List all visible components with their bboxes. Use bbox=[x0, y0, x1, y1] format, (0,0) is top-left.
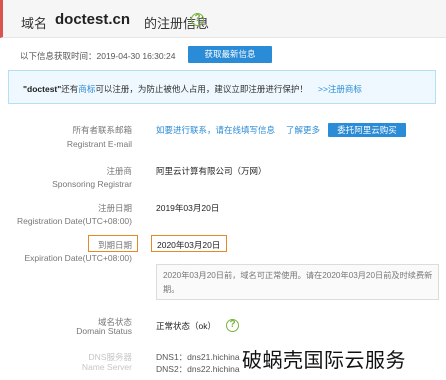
expiration-note-box: 2020年03月20日前，域名可正常使用。请在2020年03月20日前及时续费新… bbox=[156, 264, 439, 300]
header-prefix: 域名 bbox=[21, 16, 48, 31]
learn-more-link[interactable]: 了解更多 bbox=[286, 124, 320, 136]
registrar-label-en: Sponsoring Registrar bbox=[52, 179, 132, 189]
status-value: 正常状态（ok） bbox=[156, 321, 216, 331]
status-help-icon[interactable]: ? bbox=[226, 319, 239, 332]
expiration-note: 2020年03月20日前，域名可正常使用。请在2020年03月20日前及时续费新… bbox=[163, 271, 433, 294]
refresh-button[interactable]: 获取最新信息 bbox=[188, 46, 272, 63]
help-icon[interactable]: ? bbox=[191, 13, 204, 26]
registrar-label-cn: 注册商 bbox=[106, 166, 132, 176]
register-trademark-link[interactable]: >>注册商标 bbox=[318, 83, 362, 95]
email-label-cn: 所有者联系邮箱 bbox=[72, 125, 132, 135]
registrar-value: 阿里云计算有限公司（万网） bbox=[156, 166, 267, 176]
fetch-time: 以下信息获取时间：2019-04-30 16:30:24 bbox=[20, 51, 176, 61]
watermark-text: 破蜗壳国际云服务 bbox=[240, 344, 408, 373]
entrust-purchase-button[interactable]: 委托阿里云购买 bbox=[328, 123, 406, 137]
page-header: 域名 doctest.cn 的注册信息 ? bbox=[0, 0, 446, 38]
trademark-link[interactable]: 商标 bbox=[78, 84, 95, 94]
notice-part2: 可以注册，为防止被他人占用，建议立即注册进行保护！ bbox=[95, 84, 308, 94]
reg-date-value: 2019年03月20日 bbox=[156, 203, 220, 213]
notice-brand: "doctest" bbox=[23, 84, 62, 94]
exp-date-value: 2020年03月20日 bbox=[157, 240, 221, 250]
trademark-notice: "doctest"还有商标可以注册，为防止被他人占用，建议立即注册进行保护！ >… bbox=[8, 70, 436, 104]
exp-date-label-cn: 到期日期 bbox=[97, 240, 132, 250]
reg-date-label-cn: 注册日期 bbox=[97, 203, 132, 213]
notice-text: "doctest"还有商标可以注册，为防止被他人占用，建议立即注册进行保护！ bbox=[23, 83, 308, 95]
status-label-en: Domain Status bbox=[76, 326, 132, 336]
notice-part1: 还有 bbox=[61, 84, 79, 94]
domain-name: doctest.cn bbox=[55, 11, 131, 28]
dns1-value: DNS1：dns21.hichina bbox=[156, 352, 240, 362]
contact-link[interactable]: 如要进行联系，请在线填写信息 bbox=[156, 124, 275, 136]
email-label-en: Registrant E-mail bbox=[66, 139, 132, 149]
dns-label-en: Name Server bbox=[81, 362, 132, 372]
reg-date-label-en: Registration Date(UTC+08:00) bbox=[16, 216, 132, 226]
dns2-value: DNS2：dns22.hichina bbox=[156, 364, 240, 374]
exp-date-label-en: Expiration Date(UTC+08:00) bbox=[24, 253, 132, 263]
